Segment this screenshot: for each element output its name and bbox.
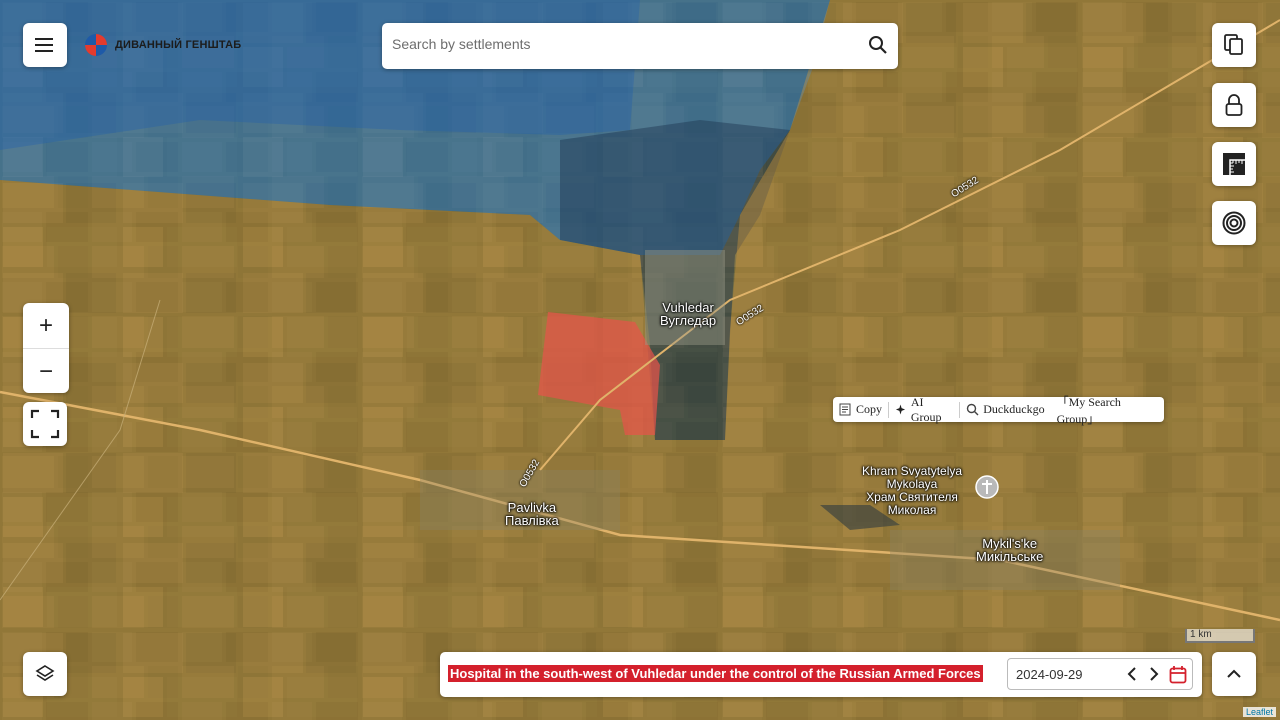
date-value[interactable]: 2024-09-29 bbox=[1016, 667, 1083, 682]
logo: ДИВАННЫЙ ГЕНШТАБ bbox=[82, 30, 241, 60]
date-picker[interactable]: 2024-09-29 bbox=[1007, 658, 1193, 690]
copy-icon bbox=[1224, 34, 1243, 55]
fullscreen-button[interactable] bbox=[23, 402, 67, 446]
event-caption[interactable]: Hospital in the south-west of Vuhledar u… bbox=[448, 665, 983, 682]
event-bar: Hospital in the south-west of Vuhledar u… bbox=[440, 652, 1202, 697]
fullscreen-icon bbox=[30, 409, 60, 439]
chevron-right-icon[interactable] bbox=[1147, 665, 1161, 683]
zoom-out-button[interactable]: − bbox=[23, 349, 69, 394]
layers-icon bbox=[35, 665, 55, 681]
church-icon[interactable] bbox=[975, 475, 999, 499]
copy-icon bbox=[839, 403, 851, 416]
duckduckgo-menu-item[interactable]: Duckduckgo bbox=[960, 402, 1050, 417]
attribution-link[interactable]: Leaflet bbox=[1243, 707, 1277, 717]
search-icon[interactable] bbox=[868, 35, 888, 55]
logo-icon bbox=[85, 34, 107, 56]
ai-group-label: AI Group bbox=[910, 394, 942, 424]
place-label-vuhledar: Vuhledar Вугледар bbox=[660, 301, 716, 327]
calendar-icon[interactable] bbox=[1169, 665, 1187, 685]
copy-menu-item[interactable]: Copy bbox=[833, 402, 888, 417]
search-group-menu-item[interactable]: 「My Search Group」 bbox=[1051, 393, 1164, 427]
chevron-left-icon[interactable] bbox=[1125, 665, 1139, 683]
place-name-ru: Микільське bbox=[976, 549, 1044, 564]
place-name-ru: Миколая bbox=[887, 503, 937, 517]
search-input[interactable] bbox=[390, 35, 854, 53]
place-label-mykilske: Mykil's'ke Микільське bbox=[976, 537, 1043, 563]
duckduckgo-label: Duckduckgo bbox=[983, 402, 1045, 416]
copy-button[interactable] bbox=[1212, 23, 1256, 67]
menu-icon bbox=[35, 38, 53, 52]
ai-group-menu-item[interactable]: AI Group bbox=[889, 395, 959, 425]
zoom-in-button[interactable]: + bbox=[23, 303, 69, 348]
place-label-pavlivka: Pavlivka Павлівка bbox=[505, 501, 559, 527]
scale-bar: 1 km bbox=[1185, 629, 1255, 643]
search-group-label: 「My Search Group」 bbox=[1056, 394, 1121, 426]
logo-text: ДИВАННЫЙ ГЕНШТАБ bbox=[115, 39, 242, 51]
lock-button[interactable] bbox=[1212, 83, 1256, 127]
place-name-ru: Вугледар bbox=[660, 313, 717, 328]
place-name-ru: Павлівка bbox=[505, 513, 559, 528]
chevron-up-icon bbox=[1227, 669, 1241, 678]
search-icon bbox=[967, 403, 979, 416]
ruler-button[interactable] bbox=[1212, 142, 1256, 186]
zoom-control: + − bbox=[23, 303, 69, 393]
sparkle-icon bbox=[895, 404, 906, 415]
target-button[interactable] bbox=[1212, 201, 1256, 245]
target-icon bbox=[1222, 211, 1246, 235]
search-bar[interactable] bbox=[382, 23, 898, 69]
ruler-icon bbox=[1223, 153, 1245, 175]
map-canvas[interactable] bbox=[0, 0, 1280, 720]
layers-button[interactable] bbox=[23, 652, 67, 696]
copy-label: Copy bbox=[856, 402, 883, 416]
expand-button[interactable] bbox=[1212, 652, 1256, 696]
lock-icon bbox=[1225, 94, 1243, 116]
text-selection-menu: Copy AI Group Duckduckgo 「My Search Grou… bbox=[833, 395, 1164, 426]
menu-button[interactable] bbox=[23, 23, 67, 67]
place-label-khram: Khram Svyatytelya Mykolaya Храм Святител… bbox=[862, 465, 962, 517]
